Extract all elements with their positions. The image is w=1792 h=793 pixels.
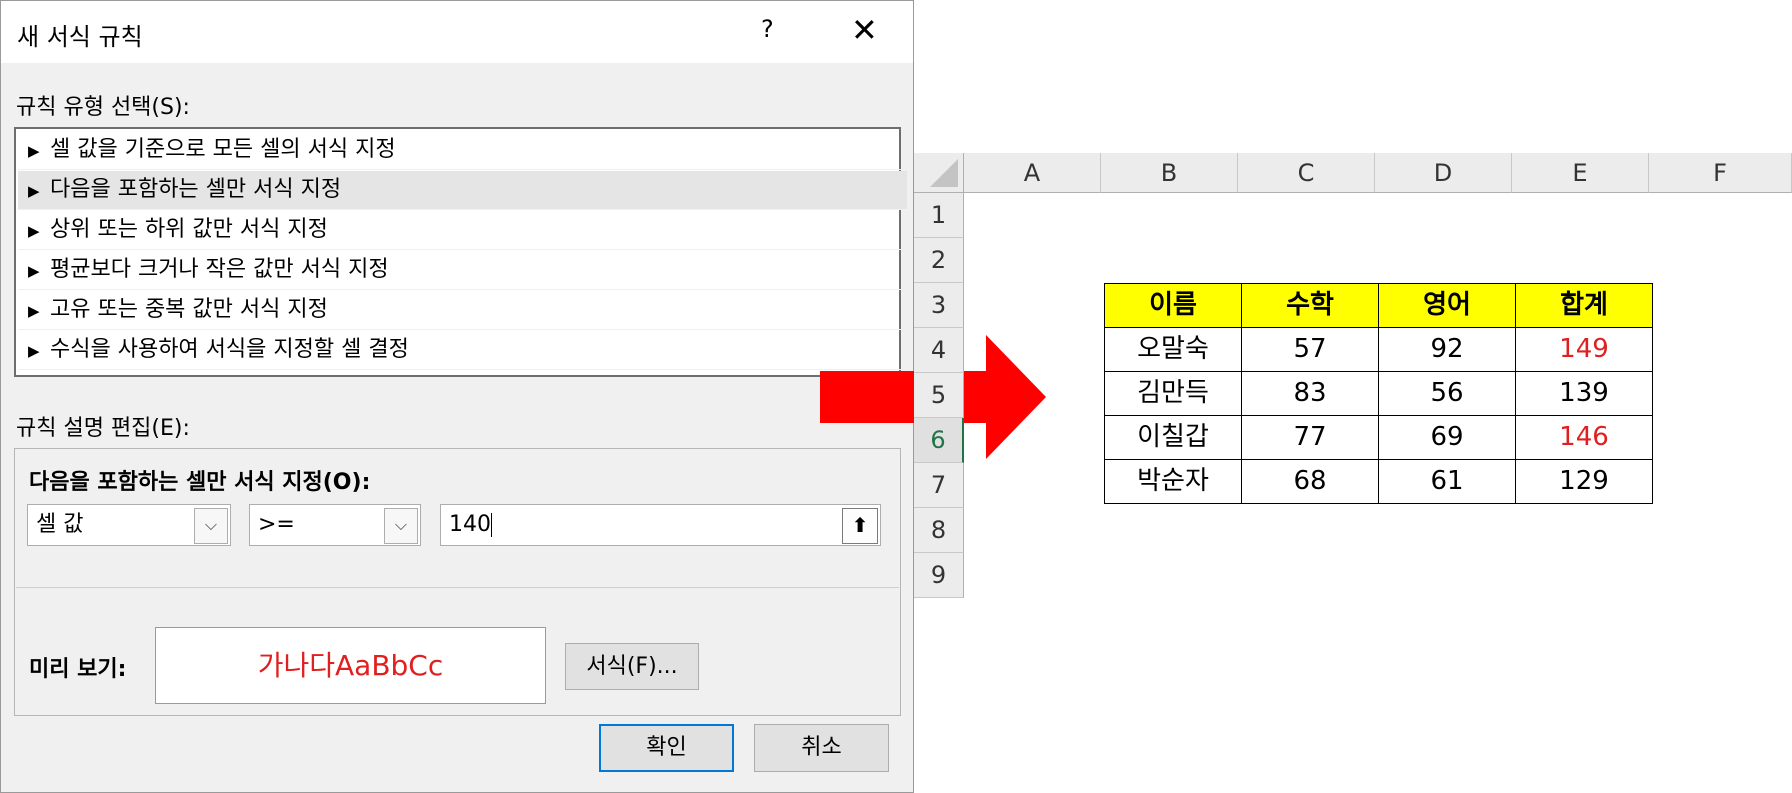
table-header-cell[interactable]: 합계 (1515, 283, 1653, 328)
table-header-cell[interactable]: 수학 (1241, 283, 1379, 328)
table-cell-name[interactable]: 박순자 (1104, 459, 1242, 504)
score-table: 이름 수학 영어 합계 오말숙 57 92 149 김만득 83 56 139 … (1104, 283, 1653, 508)
row-header[interactable]: 5 (914, 373, 964, 418)
spreadsheet: A B C D E F 1 2 3 4 5 6 7 8 9 이름 수학 영어 합… (914, 153, 1792, 608)
rule-type-label-text: 다음을 포함하는 셀만 서식 지정 (50, 177, 342, 202)
rule-type-label-text: 고유 또는 중복 값만 서식 지정 (50, 297, 328, 322)
column-header-c[interactable]: C (1238, 153, 1375, 193)
table-cell[interactable]: 57 (1241, 327, 1379, 372)
table-cell[interactable]: 92 (1378, 327, 1516, 372)
rule-type-label: 규칙 유형 선택(S): (16, 95, 190, 120)
text-cursor (491, 513, 492, 537)
table-cell[interactable]: 61 (1378, 459, 1516, 504)
new-format-rule-dialog: 새 서식 규칙 ? ✕ 규칙 유형 선택(S): ▶ 셀 값을 기준으로 모든 셀… (0, 0, 914, 793)
table-cell[interactable]: 83 (1241, 371, 1379, 416)
triangle-right-icon: ▶ (28, 142, 40, 160)
row-header[interactable]: 4 (914, 328, 964, 373)
ok-button[interactable]: 확인 (599, 724, 734, 772)
format-button[interactable]: 서식(F)... (565, 643, 699, 690)
divider (16, 587, 899, 588)
table-cell-total-highlighted[interactable]: 146 (1515, 415, 1653, 460)
table-header-cell[interactable]: 이름 (1104, 283, 1242, 328)
chevron-down-icon[interactable]: ⌵ (384, 508, 418, 544)
triangle-right-icon: ▶ (28, 182, 40, 200)
row-header[interactable]: 3 (914, 283, 964, 328)
table-cell[interactable]: 69 (1378, 415, 1516, 460)
operator-select[interactable]: >= ⌵ (249, 504, 421, 546)
cancel-button[interactable]: 취소 (754, 724, 889, 772)
edit-panel-title: 다음을 포함하는 셀만 서식 지정(O): (29, 470, 371, 495)
row-header[interactable]: 2 (914, 238, 964, 283)
rule-type-item-selected[interactable]: ▶ 다음을 포함하는 셀만 서식 지정 (18, 171, 907, 210)
rule-type-label-text: 평균보다 크거나 작은 값만 서식 지정 (50, 257, 389, 282)
rule-type-item[interactable]: ▶ 고유 또는 중복 값만 서식 지정 (18, 291, 907, 330)
chevron-down-icon[interactable]: ⌵ (194, 508, 228, 544)
rule-type-item[interactable]: ▶ 셀 값을 기준으로 모든 셀의 서식 지정 (18, 131, 907, 170)
dialog-title: 새 서식 규칙 (17, 23, 143, 51)
rule-type-item[interactable]: ▶ 수식을 사용하여 서식을 지정할 셀 결정 (18, 331, 907, 370)
row-header-active[interactable]: 6 (914, 418, 964, 463)
value-input[interactable]: 140 ⬆ (440, 504, 881, 546)
column-header-f[interactable]: F (1649, 153, 1792, 193)
row-header[interactable]: 7 (914, 463, 964, 508)
table-cell-total-highlighted[interactable]: 149 (1515, 327, 1653, 372)
row-header[interactable]: 9 (914, 553, 964, 598)
corner-triangle-icon (930, 159, 958, 187)
table-cell-total[interactable]: 129 (1515, 459, 1653, 504)
row-header[interactable]: 1 (914, 193, 964, 238)
condition-type-select[interactable]: 셀 값 ⌵ (27, 504, 231, 546)
table-cell-name[interactable]: 오말숙 (1104, 327, 1242, 372)
table-cell[interactable]: 56 (1378, 371, 1516, 416)
table-header-cell[interactable]: 영어 (1378, 283, 1516, 328)
rule-type-label-text: 수식을 사용하여 서식을 지정할 셀 결정 (50, 337, 409, 362)
value-text: 140 (449, 512, 491, 537)
edit-description-label: 규칙 설명 편집(E): (16, 416, 190, 441)
close-icon[interactable]: ✕ (851, 11, 878, 49)
collapse-dialog-icon[interactable]: ⬆ (842, 508, 878, 544)
column-header-d[interactable]: D (1375, 153, 1512, 193)
help-icon[interactable]: ? (761, 15, 774, 43)
condition-type-value: 셀 값 (36, 512, 84, 537)
triangle-right-icon: ▶ (28, 262, 40, 280)
operator-value: >= (258, 512, 295, 537)
table-cell-name[interactable]: 이칠갑 (1104, 415, 1242, 460)
preview-label: 미리 보기: (29, 657, 127, 682)
table-cell-total[interactable]: 139 (1515, 371, 1653, 416)
preview-box: 가나다AaBbCc (155, 627, 546, 704)
table-cell[interactable]: 77 (1241, 415, 1379, 460)
column-header-e[interactable]: E (1512, 153, 1649, 193)
table-cell[interactable]: 68 (1241, 459, 1379, 504)
select-all-corner[interactable] (914, 153, 964, 193)
column-header-a[interactable]: A (964, 153, 1101, 193)
rule-type-label-text: 상위 또는 하위 값만 서식 지정 (50, 217, 328, 242)
triangle-right-icon: ▶ (28, 222, 40, 240)
row-header[interactable]: 8 (914, 508, 964, 553)
rule-type-label-text: 셀 값을 기준으로 모든 셀의 서식 지정 (50, 137, 396, 162)
table-cell-name[interactable]: 김만득 (1104, 371, 1242, 416)
rule-type-item[interactable]: ▶ 상위 또는 하위 값만 서식 지정 (18, 211, 907, 250)
rule-type-list: ▶ 셀 값을 기준으로 모든 셀의 서식 지정 ▶ 다음을 포함하는 셀만 서식 지… (14, 127, 907, 377)
triangle-right-icon: ▶ (28, 342, 40, 360)
triangle-right-icon: ▶ (28, 302, 40, 320)
rule-type-item[interactable]: ▶ 평균보다 크거나 작은 값만 서식 지정 (18, 251, 907, 290)
column-header-b[interactable]: B (1101, 153, 1238, 193)
